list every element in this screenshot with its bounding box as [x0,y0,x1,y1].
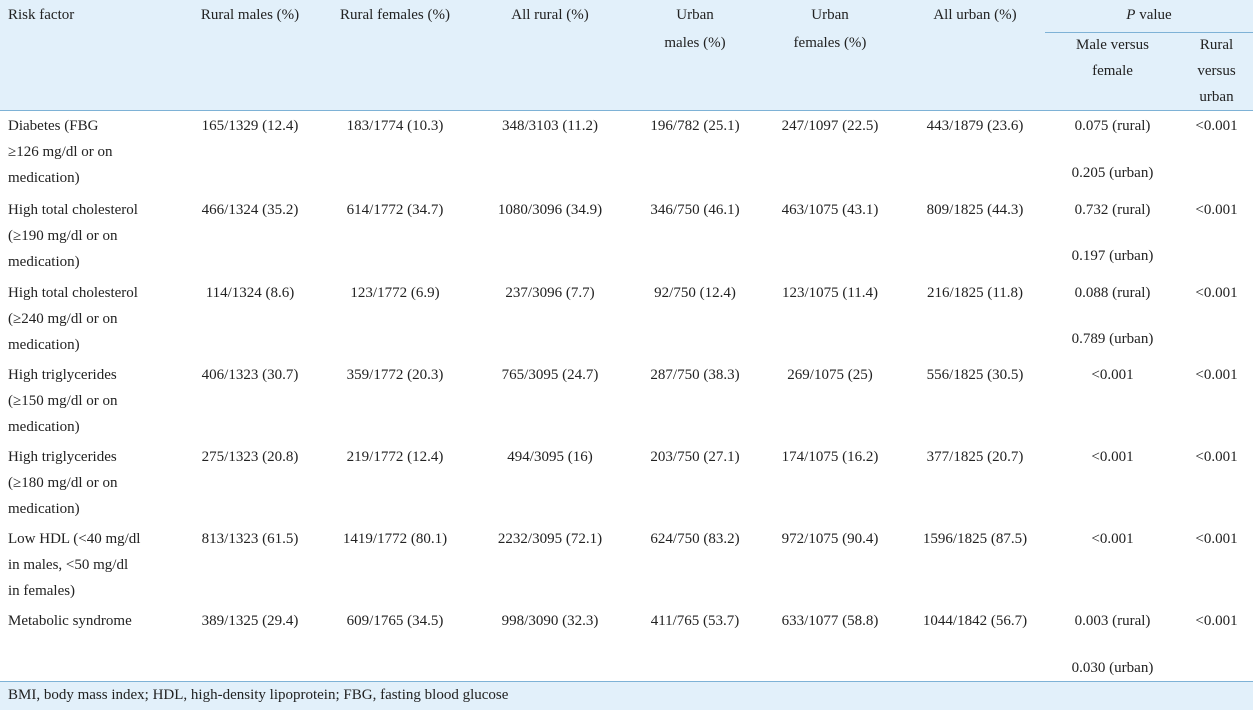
cell-all-rural: 237/3096 (7.7) [505,285,595,301]
col-header-p-value: P value [1045,2,1253,28]
cell-p-male-female-urban: 0.789 (urban) [1071,331,1154,347]
row-label-line3: medication) [8,170,80,186]
cell-urban-males: 196/782 (25.1) [650,118,740,134]
cell-rural-females: 359/1772 (20.3) [346,367,444,383]
cell-p-rural-urban: <0.001 [1195,613,1238,629]
cell-all-rural: 494/3095 (16) [507,449,593,465]
cell-p-rural-urban: <0.001 [1195,531,1238,547]
row-label-line1: Metabolic syndrome [8,613,132,629]
col-header-urban-females-line2: females (%) [793,35,867,51]
cell-rural-females: 219/1772 (12.4) [346,449,444,465]
cell-rural-females: 614/1772 (34.7) [346,202,444,218]
cell-p-male-female: <0.001 [1091,449,1134,465]
cell-p-male-female-urban: 0.205 (urban) [1071,165,1154,181]
cell-p-rural-urban: <0.001 [1195,449,1238,465]
cell-rural-males: 114/1324 (8.6) [205,285,295,301]
cell-urban-females: 972/1075 (90.4) [781,531,879,547]
cell-urban-females: 247/1097 (22.5) [781,118,879,134]
p-value-rest: value [1135,7,1172,23]
row-label-line3: medication) [8,337,80,353]
cell-p-male-female-urban: 0.197 (urban) [1071,248,1154,264]
row-label-line2: in males, <50 mg/dl [8,557,129,573]
table-footnote: BMI, body mass index; HDL, high-density … [0,681,1253,710]
cell-all-urban: 443/1879 (23.6) [926,118,1024,134]
cell-p-male-female-urban: 0.030 (urban) [1071,660,1154,676]
col-header-urban-males-line1: Urban [676,7,714,23]
cell-all-urban: 809/1825 (44.3) [926,202,1024,218]
cell-rural-females: 1419/1772 (80.1) [342,531,448,547]
col-header-rural-males: Rural males (%) [200,7,300,23]
cell-urban-females: 174/1075 (16.2) [781,449,879,465]
cell-urban-females: 269/1075 (25) [787,367,873,383]
cell-rural-males: 466/1324 (35.2) [201,202,299,218]
cell-urban-males: 411/765 (53.7) [650,613,740,629]
col-header-rural-vs-urban-line1: Rural [1199,37,1234,53]
cell-rural-males: 275/1323 (20.8) [201,449,299,465]
cell-urban-females: 633/1077 (58.8) [781,613,879,629]
cell-rural-males: 813/1323 (61.5) [201,531,299,547]
col-header-male-vs-female-line2: female [1092,63,1133,79]
col-header-urban-males-line2: males (%) [664,35,726,51]
col-header-rural-females: Rural females (%) [340,7,450,23]
row-label-line2: (≥150 mg/dl or on [8,393,118,409]
cell-rural-females: 183/1774 (10.3) [346,118,444,134]
row-label-line2: (≥190 mg/dl or on [8,228,118,244]
cell-all-rural: 998/3090 (32.3) [501,613,599,629]
risk-factor-table: Risk factor Rural males (%) Rural female… [0,0,1253,710]
cell-urban-females: 463/1075 (43.1) [781,202,879,218]
cell-rural-males: 389/1325 (29.4) [201,613,299,629]
col-header-risk-factor: Risk factor [8,7,75,23]
cell-all-rural: 1080/3096 (34.9) [497,202,603,218]
cell-p-rural-urban: <0.001 [1195,118,1238,134]
row-label-line1: High total cholesterol [8,285,138,301]
cell-urban-males: 287/750 (38.3) [650,367,740,383]
row-label-line2: ≥126 mg/dl or on [8,144,113,160]
cell-urban-males: 624/750 (83.2) [650,531,740,547]
cell-all-urban: 377/1825 (20.7) [926,449,1024,465]
row-label-line3: medication) [8,419,80,435]
col-header-male-vs-female-line1: Male versus [1076,37,1149,53]
row-label-line3: medication) [8,501,80,517]
col-header-all-urban: All urban (%) [933,7,1017,23]
cell-urban-females: 123/1075 (11.4) [781,285,879,301]
col-header-rural-vs-urban-line3: urban [1199,89,1234,105]
col-header-urban-females-line1: Urban [811,7,849,23]
table-header: Risk factor Rural males (%) Rural female… [0,0,1253,111]
row-label-line2: (≥180 mg/dl or on [8,475,118,491]
cell-all-urban: 556/1825 (30.5) [926,367,1024,383]
cell-rural-males: 165/1329 (12.4) [201,118,299,134]
cell-all-rural: 2232/3095 (72.1) [497,531,603,547]
cell-urban-males: 92/750 (12.4) [654,285,736,301]
row-label-line1: Low HDL (<40 mg/dl [8,531,141,547]
cell-p-rural-urban: <0.001 [1195,285,1238,301]
cell-p-male-female-rural: 0.088 (rural) [1074,285,1151,301]
cell-all-rural: 348/3103 (11.2) [501,118,599,134]
row-label-line1: High triglycerides [8,367,117,383]
footnote-text: BMI, body mass index; HDL, high-density … [8,687,509,703]
row-label-line1: High total cholesterol [8,202,138,218]
col-header-rural-vs-urban-line2: versus [1197,63,1236,79]
cell-p-male-female-rural: 0.003 (rural) [1074,613,1151,629]
row-label-line1: Diabetes (FBG [8,118,99,134]
cell-urban-males: 203/750 (27.1) [650,449,740,465]
row-label-line3: medication) [8,254,80,270]
cell-all-rural: 765/3095 (24.7) [501,367,599,383]
cell-p-rural-urban: <0.001 [1195,202,1238,218]
row-label-line3: in females) [8,583,76,599]
cell-all-urban: 1044/1842 (56.7) [922,613,1028,629]
cell-rural-males: 406/1323 (30.7) [201,367,299,383]
cell-p-male-female: <0.001 [1091,531,1134,547]
cell-p-male-female-rural: 0.075 (rural) [1074,118,1151,134]
cell-p-rural-urban: <0.001 [1195,367,1238,383]
row-label-line1: High triglycerides [8,449,117,465]
cell-p-male-female: <0.001 [1091,367,1134,383]
cell-p-male-female-rural: 0.732 (rural) [1074,202,1151,218]
row-label-line2: (≥240 mg/dl or on [8,311,118,327]
cell-rural-females: 609/1765 (34.5) [346,613,444,629]
col-header-all-rural: All rural (%) [511,7,589,23]
cell-urban-males: 346/750 (46.1) [650,202,740,218]
cell-rural-females: 123/1772 (6.9) [350,285,440,301]
cell-all-urban: 216/1825 (11.8) [926,285,1024,301]
cell-all-urban: 1596/1825 (87.5) [922,531,1028,547]
